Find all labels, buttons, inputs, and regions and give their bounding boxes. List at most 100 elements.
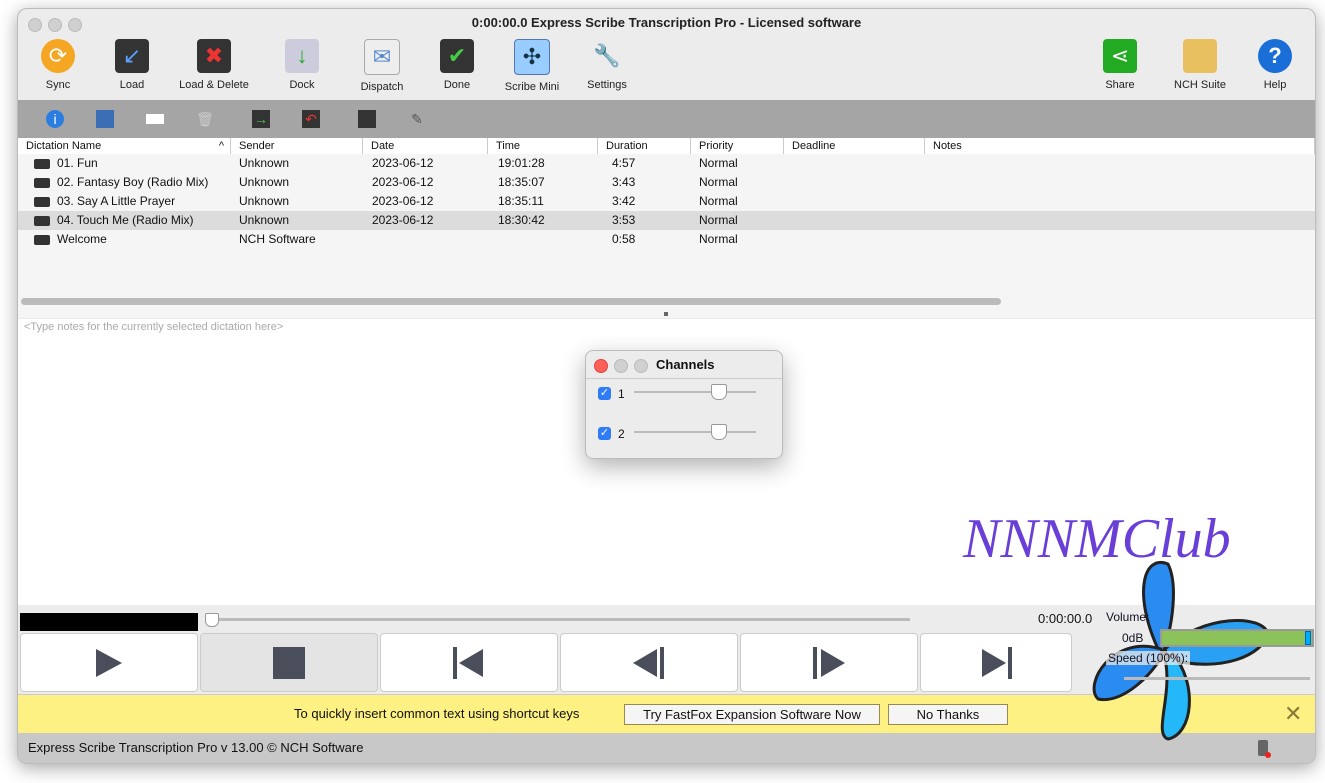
- splitter-handle[interactable]: [664, 312, 668, 316]
- table-cell: 2023-06-12: [372, 175, 434, 189]
- speed-slider[interactable]: [1124, 677, 1310, 680]
- fast-forward-button[interactable]: [740, 633, 918, 692]
- table-cell: Unknown: [239, 194, 290, 208]
- column-header[interactable]: Dictation Name ^: [18, 138, 231, 154]
- channel-2-checkbox[interactable]: ✓: [598, 427, 611, 440]
- fast-forward-icon: [813, 646, 845, 679]
- load-button[interactable]: ↙ Load: [92, 39, 172, 91]
- skip-start-icon: [453, 646, 483, 679]
- rewind-to-start-button[interactable]: [380, 633, 558, 692]
- column-header[interactable]: Priority: [691, 138, 784, 154]
- skip-to-end-button[interactable]: [920, 633, 1072, 692]
- move-icon[interactable]: →: [252, 110, 270, 128]
- butterfly-logo: [1092, 561, 1270, 741]
- column-header[interactable]: Time: [488, 138, 598, 154]
- volume-slider[interactable]: [1160, 629, 1314, 647]
- cassette-icon: [34, 197, 50, 207]
- close-banner-icon[interactable]: ✕: [1284, 701, 1302, 727]
- rename-icon[interactable]: [146, 114, 164, 124]
- volume-thumb[interactable]: [1305, 631, 1311, 645]
- status-text: Express Scribe Transcription Pro v 13.00…: [28, 740, 364, 755]
- waveform-display: [20, 613, 198, 631]
- sync-label: Sync: [45, 79, 71, 91]
- channel-1-thumb[interactable]: [711, 384, 727, 400]
- help-label: Help: [1263, 79, 1287, 91]
- sync-button[interactable]: ⟳ Sync: [18, 39, 98, 91]
- table-cell: 03. Say A Little Prayer: [57, 194, 176, 208]
- banner-text: To quickly insert common text using shor…: [294, 706, 580, 721]
- channel-1-slider[interactable]: [634, 384, 756, 400]
- secondary-toolbar: i 🗑 → ↶ ✎: [18, 100, 1315, 138]
- table-row[interactable]: Welcome NCH Software 0:58 Normal: [18, 230, 1315, 249]
- window-title: 0:00:00.0 Express Scribe Transcription P…: [471, 15, 862, 30]
- done-button[interactable]: ✔ Done: [417, 39, 497, 91]
- share-button[interactable]: ⋖ Share: [1080, 39, 1160, 91]
- dialog-title: Channels: [656, 357, 715, 372]
- horizontal-scrollbar[interactable]: [21, 298, 1001, 305]
- trash-icon[interactable]: 🗑: [196, 110, 214, 128]
- stop-icon: [273, 646, 305, 679]
- table-cell: Normal: [699, 156, 738, 170]
- undo-icon[interactable]: ↶: [302, 110, 320, 128]
- cassette-icon: [34, 159, 50, 169]
- volume-label: Volume:: [1106, 610, 1150, 624]
- minimize-dialog-button[interactable]: [614, 359, 628, 373]
- column-header[interactable]: Deadline: [784, 138, 925, 154]
- table-cell: Unknown: [239, 175, 290, 189]
- dock-button[interactable]: ↓ Dock: [262, 39, 342, 91]
- table-cell: 04. Touch Me (Radio Mix): [57, 213, 194, 227]
- table-cell: Welcome: [57, 232, 107, 246]
- settings-button[interactable]: 🔧 Settings: [567, 39, 647, 91]
- close-dialog-button[interactable]: [594, 359, 608, 373]
- settings-icon: 🔧: [593, 43, 621, 68]
- table-cell: Normal: [699, 213, 738, 227]
- speed-label: Speed (100%):: [1106, 651, 1191, 665]
- channel-1-checkbox[interactable]: ✓: [598, 387, 611, 400]
- load-delete-button[interactable]: ✖ Load & Delete: [174, 39, 254, 91]
- edit-icon[interactable]: ✎: [408, 110, 426, 128]
- save-icon[interactable]: [96, 110, 114, 128]
- table-cell: Normal: [699, 232, 738, 246]
- help-button[interactable]: ? Help: [1235, 39, 1315, 91]
- table-row[interactable]: 01. Fun Unknown 2023-06-12 19:01:28 4:57 Norm…: [18, 154, 1315, 173]
- table-cell: Unknown: [239, 156, 290, 170]
- settings-label: Settings: [587, 79, 627, 91]
- table-row[interactable]: 04. Touch Me (Radio Mix) Unknown 2023-06-1…: [18, 211, 1315, 230]
- position-slider[interactable]: [205, 613, 910, 627]
- channel-2-thumb[interactable]: [711, 424, 727, 440]
- table-cell: 18:35:11: [498, 194, 544, 208]
- dock-label: Dock: [289, 79, 315, 91]
- stop-button[interactable]: [200, 633, 378, 692]
- column-header[interactable]: Date: [363, 138, 488, 154]
- cassette-icon: [34, 178, 50, 188]
- column-header[interactable]: Sender: [231, 138, 363, 154]
- info-icon[interactable]: i: [46, 110, 64, 128]
- dispatch-button[interactable]: ✉ Dispatch: [342, 39, 422, 93]
- table-row[interactable]: 02. Fantasy Boy (Radio Mix) Unknown 2023-0…: [18, 173, 1315, 192]
- column-header[interactable]: Notes: [925, 138, 1315, 154]
- load-delete-icon: ✖: [197, 39, 231, 73]
- done-label: Done: [443, 79, 471, 91]
- dispatch-icon: ✉: [364, 39, 400, 75]
- table-cell: 4:57: [612, 156, 636, 170]
- column-header[interactable]: Duration: [598, 138, 691, 154]
- done-icon: ✔: [440, 39, 474, 73]
- table-row[interactable]: 03. Say A Little Prayer Unknown 2023-06-12…: [18, 192, 1315, 211]
- rewind-button[interactable]: [560, 633, 738, 692]
- share-label: Share: [1105, 79, 1135, 91]
- scribe-mini-button[interactable]: ✣ Scribe Mini: [492, 39, 572, 93]
- share-icon: ⋖: [1103, 39, 1137, 73]
- table-cell: Unknown: [239, 213, 290, 227]
- no-thanks-button[interactable]: No Thanks: [888, 704, 1008, 725]
- cassette-icon: [34, 235, 50, 245]
- channel-2-slider[interactable]: [634, 424, 756, 440]
- play-button[interactable]: [20, 633, 198, 692]
- zoom-dialog-button[interactable]: [634, 359, 648, 373]
- table-cell: 2023-06-12: [372, 156, 434, 170]
- try-fastfox-button[interactable]: Try FastFox Expansion Software Now: [624, 704, 880, 725]
- table-cell: Normal: [699, 194, 738, 208]
- copy-icon[interactable]: [358, 110, 376, 128]
- scribe-mini-label: Scribe Mini: [504, 81, 560, 93]
- nch-suite-button[interactable]: NCH Suite: [1160, 39, 1240, 91]
- position-thumb[interactable]: [205, 613, 219, 627]
